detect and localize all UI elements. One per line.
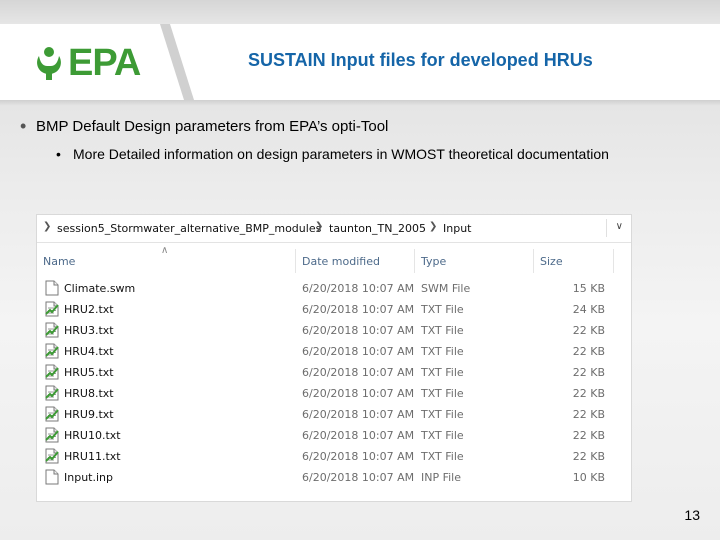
file-size: 22 KB	[572, 450, 605, 463]
column-header-name[interactable]: Name	[43, 255, 75, 268]
text-file-icon	[45, 427, 59, 443]
blank-file-icon	[45, 280, 59, 296]
file-size: 22 KB	[572, 408, 605, 421]
file-name: Climate.swm	[64, 282, 136, 295]
file-date-modified: 6/20/2018 10:07 AM	[302, 282, 415, 295]
column-header-date[interactable]: Date modified	[302, 255, 380, 268]
column-divider[interactable]	[533, 249, 534, 273]
page-number: 13	[684, 507, 700, 523]
address-divider	[606, 219, 607, 237]
file-size: 22 KB	[572, 366, 605, 379]
file-date-modified: 6/20/2018 10:07 AM	[302, 471, 415, 484]
file-type: TXT File	[421, 345, 464, 358]
file-name: HRU3.txt	[64, 324, 114, 337]
bullet-level-1-text: BMP Default Design parameters from EPA’s…	[36, 118, 389, 135]
file-row[interactable]: HRU4.txt 6/20/2018 10:07 AM TXT File 22 KB	[37, 341, 631, 362]
header-diagonal-accent	[160, 24, 194, 100]
file-date-modified: 6/20/2018 10:07 AM	[302, 387, 415, 400]
file-size: 24 KB	[572, 303, 605, 316]
blank-file-icon	[45, 469, 59, 485]
file-name: HRU5.txt	[64, 366, 114, 379]
file-row[interactable]: HRU10.txt 6/20/2018 10:07 AM TXT File 22 KB	[37, 425, 631, 446]
text-file-icon	[45, 448, 59, 464]
file-date-modified: 6/20/2018 10:07 AM	[302, 303, 415, 316]
epa-logo-text: EPA	[68, 42, 141, 84]
sort-caret-icon: ∧	[161, 245, 169, 256]
column-header-row: ∧ Name Date modified Type Size	[37, 245, 631, 273]
text-file-icon	[45, 301, 59, 317]
file-type: INP File	[421, 471, 462, 484]
file-row[interactable]: Input.inp 6/20/2018 10:07 AM INP File 10 KB	[37, 467, 631, 488]
file-size: 15 KB	[572, 282, 605, 295]
file-date-modified: 6/20/2018 10:07 AM	[302, 345, 415, 358]
breadcrumb-segment[interactable]: Input	[443, 222, 471, 235]
file-size: 22 KB	[572, 429, 605, 442]
file-row[interactable]: HRU5.txt 6/20/2018 10:07 AM TXT File 22 KB	[37, 362, 631, 383]
file-type: TXT File	[421, 429, 464, 442]
address-bar[interactable]: ❯ session5_Stormwater_alternative_BMP_mo…	[37, 215, 631, 243]
file-name: HRU9.txt	[64, 408, 114, 421]
column-divider[interactable]	[295, 249, 296, 273]
chevron-down-icon[interactable]: ∨	[616, 221, 623, 232]
file-type: TXT File	[421, 408, 464, 421]
file-row[interactable]: HRU3.txt 6/20/2018 10:07 AM TXT File 22 KB	[37, 320, 631, 341]
column-header-type[interactable]: Type	[421, 255, 446, 268]
file-date-modified: 6/20/2018 10:07 AM	[302, 408, 415, 421]
bullet-dot: •	[20, 116, 27, 136]
file-name: HRU4.txt	[64, 345, 114, 358]
file-name: HRU2.txt	[64, 303, 114, 316]
file-name: Input.inp	[64, 471, 113, 484]
text-file-icon	[45, 343, 59, 359]
file-row[interactable]: HRU11.txt 6/20/2018 10:07 AM TXT File 22 KB	[37, 446, 631, 467]
file-date-modified: 6/20/2018 10:07 AM	[302, 429, 415, 442]
column-header-size[interactable]: Size	[540, 255, 563, 268]
file-size: 22 KB	[572, 345, 605, 358]
text-file-icon	[45, 364, 59, 380]
text-file-icon	[45, 385, 59, 401]
chevron-right-icon[interactable]: ❯	[43, 221, 51, 232]
file-size: 22 KB	[572, 387, 605, 400]
file-type: TXT File	[421, 366, 464, 379]
bullet-dot: •	[56, 146, 61, 162]
file-type: TXT File	[421, 387, 464, 400]
file-name: HRU11.txt	[64, 450, 121, 463]
file-type: TXT File	[421, 324, 464, 337]
column-divider[interactable]	[414, 249, 415, 273]
file-name: HRU10.txt	[64, 429, 121, 442]
slide: EPA SUSTAIN Input files for developed HR…	[0, 0, 720, 540]
breadcrumb-segment[interactable]: taunton_TN_2005	[329, 222, 426, 235]
file-type: TXT File	[421, 450, 464, 463]
file-explorer-window: ❯ session5_Stormwater_alternative_BMP_mo…	[36, 214, 632, 502]
file-row[interactable]: Climate.swm 6/20/2018 10:07 AM SWM File 15 …	[37, 278, 631, 299]
slide-title: SUSTAIN Input files for developed HRUs	[248, 50, 593, 70]
chevron-right-icon[interactable]: ❯	[315, 221, 323, 232]
header-shade-bottom	[0, 100, 720, 106]
file-type: SWM File	[421, 282, 471, 295]
file-date-modified: 6/20/2018 10:07 AM	[302, 450, 415, 463]
header-shade-top	[0, 0, 720, 24]
text-file-icon	[45, 406, 59, 422]
file-name: HRU8.txt	[64, 387, 114, 400]
file-row[interactable]: HRU2.txt 6/20/2018 10:07 AM TXT File 24 KB	[37, 299, 631, 320]
column-divider[interactable]	[613, 249, 614, 273]
chevron-right-icon[interactable]: ❯	[429, 221, 437, 232]
file-row[interactable]: HRU8.txt 6/20/2018 10:07 AM TXT File 22 KB	[37, 383, 631, 404]
file-size: 22 KB	[572, 324, 605, 337]
bullet-level-2-text: More Detailed information on design para…	[73, 146, 609, 162]
file-date-modified: 6/20/2018 10:07 AM	[302, 324, 415, 337]
file-type: TXT File	[421, 303, 464, 316]
file-size: 10 KB	[572, 471, 605, 484]
file-date-modified: 6/20/2018 10:07 AM	[302, 366, 415, 379]
breadcrumb-segment[interactable]: session5_Stormwater_alternative_BMP_modu…	[57, 222, 321, 235]
text-file-icon	[45, 322, 59, 338]
file-row[interactable]: HRU9.txt 6/20/2018 10:07 AM TXT File 22 KB	[37, 404, 631, 425]
